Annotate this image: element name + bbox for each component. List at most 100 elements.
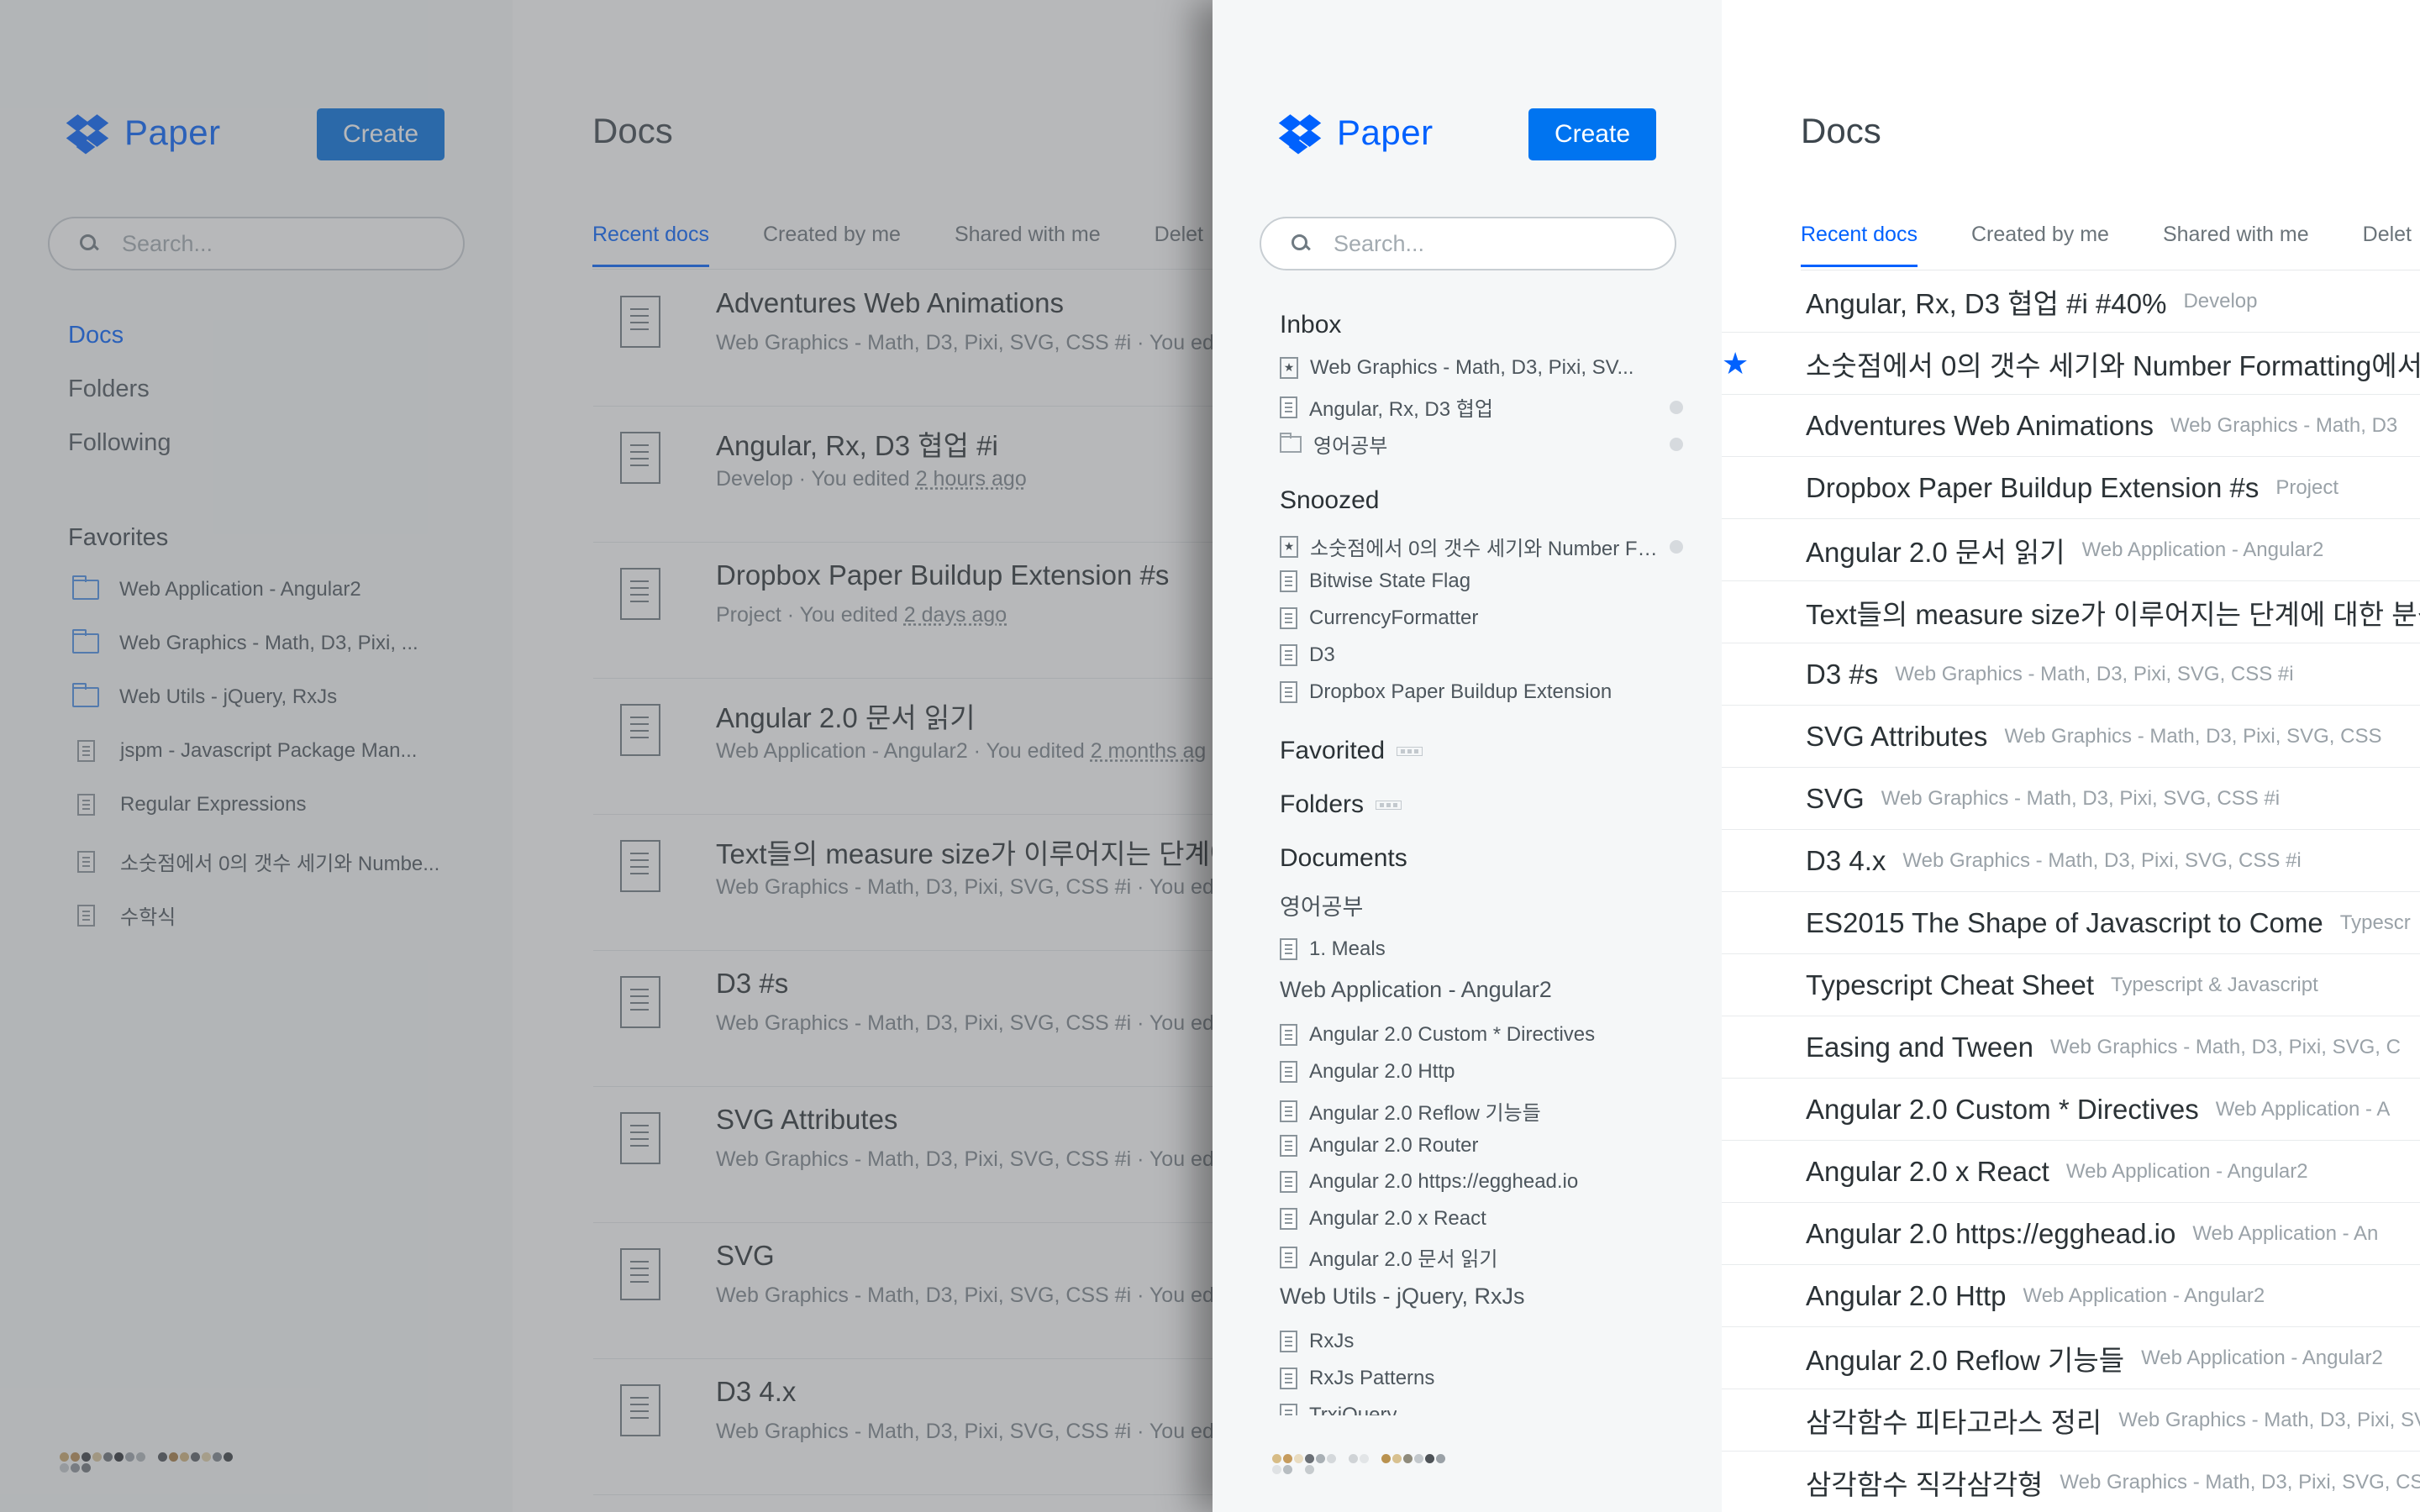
tab-deleted[interactable]: Delet	[1155, 223, 1203, 267]
fg-logo[interactable]: Paper	[1278, 113, 1434, 155]
recent-doc-row[interactable]: Angular 2.0 https://egghead.io Web Applic…	[1722, 1203, 2420, 1265]
tab-shared-with-me[interactable]: Shared with me	[955, 223, 1101, 267]
recent-doc-row[interactable]: Angular 2.0 문서 읽기 Web Application - Angul…	[1722, 519, 2420, 581]
doc-item[interactable]: RxJs	[1280, 1330, 1683, 1353]
favorite-item[interactable]: Web Graphics - Math, D3, Pixi, ...	[72, 629, 418, 655]
recent-doc-row[interactable]: D3 #s Web Graphics - Math, D3, Pixi, SVG,…	[1722, 643, 2420, 706]
recent-doc-row[interactable]: Angular 2.0 Custom * Directives Web Appli…	[1722, 1079, 2420, 1141]
folder-icon	[72, 683, 99, 707]
doc-row[interactable]: D3 4.x Web Graphics - Math, D3, Pixi, SVG…	[593, 1359, 1213, 1495]
tab-shared-with-me[interactable]: Shared with me	[2163, 223, 2309, 267]
favorite-item[interactable]: 수학식	[77, 900, 176, 930]
recent-doc-row[interactable]: SVG Attributes Web Graphics - Math, D3, P…	[1722, 706, 2420, 768]
recent-doc-row[interactable]: Adventures Web Animations Web Graphics - …	[1722, 395, 2420, 457]
snoozed-item[interactable]: Bitwise State Flag	[1280, 570, 1683, 593]
doc-title: D3 #s	[1806, 658, 1879, 690]
recent-doc-row[interactable]: ★ 소숫점에서 0의 갯수 세기와 Number Formatting에서 쉬	[1722, 333, 2420, 395]
tab-deleted[interactable]: Delet	[2363, 223, 2412, 267]
recent-doc-row[interactable]: Dropbox Paper Buildup Extension #s Projec…	[1722, 457, 2420, 519]
favorite-item[interactable]: Regular Expressions	[77, 793, 306, 816]
fg-search-input[interactable]	[1334, 230, 1586, 257]
star-icon[interactable]: ★	[1722, 346, 1749, 381]
recent-doc-row[interactable]: ES2015 The Shape of Javascript to Come Ty…	[1722, 892, 2420, 954]
bg-create-button[interactable]: Create	[317, 108, 445, 160]
tab-recent-docs[interactable]: Recent docs	[1801, 223, 1918, 267]
doc-row[interactable]: D3 #s Web Graphics - Math, D3, Pixi, SVG,…	[593, 951, 1213, 1087]
doc-row[interactable]: Text들의 measure size가 이루어지는 단계에 Web Graphi…	[593, 815, 1213, 951]
doc-title: Text들의 measure size가 이루어지는 단계에 대한 분석	[1806, 598, 2420, 630]
avatar[interactable]	[1271, 1453, 1456, 1475]
fg-create-button[interactable]: Create	[1528, 108, 1656, 160]
bg-main: Docs Recent docs Created by me Shared wi…	[513, 0, 1213, 1512]
tab-created-by-me[interactable]: Created by me	[763, 223, 901, 267]
doc-folder: Web Application - Angular2	[2023, 1284, 2265, 1307]
bg-logo[interactable]: Paper	[66, 113, 221, 155]
doc-row[interactable]: Dropbox Paper Buildup Extension #s Projec…	[593, 543, 1213, 679]
doc-row[interactable]: Angular, Rx, D3 협업 #i Develop · You edite…	[593, 407, 1213, 543]
doc-item[interactable]: Angular 2.0 Reflow 기능들	[1280, 1096, 1683, 1126]
snoozed-item[interactable]: CurrencyFormatter	[1280, 606, 1683, 630]
doc-group-title[interactable]: 영어공부	[1280, 889, 1363, 921]
recent-doc-row[interactable]: Angular, Rx, D3 협업 #i #40% Develop	[1722, 270, 2420, 333]
bg-search[interactable]	[48, 217, 465, 270]
snoozed-item[interactable]: Dropbox Paper Buildup Extension	[1280, 680, 1683, 704]
folders-title[interactable]: Folders	[1280, 790, 1402, 819]
doc-item[interactable]: Angular 2.0 Custom * Directives	[1280, 1023, 1683, 1047]
doc-item[interactable]: Angular 2.0 문서 읽기	[1280, 1242, 1683, 1272]
doc-row[interactable]: SVG Web Graphics - Math, D3, Pixi, SVG, C…	[593, 1223, 1213, 1359]
recent-doc-row[interactable]: Angular 2.0 x React Web Application - Ang…	[1722, 1141, 2420, 1203]
doc-icon	[1280, 1061, 1297, 1083]
dropbox-icon	[66, 114, 109, 155]
recent-doc-row[interactable]: Typescript Cheat Sheet Typescript & Javas…	[1722, 954, 2420, 1016]
inbox-item[interactable]: Angular, Rx, D3 협업	[1280, 392, 1683, 422]
nav-following[interactable]: Following	[68, 429, 171, 457]
doc-title: Adventures Web Animations	[716, 287, 1064, 318]
doc-item[interactable]: Angular 2.0 Router	[1280, 1134, 1683, 1158]
doc-item[interactable]: TrxjQuery	[1280, 1404, 1683, 1415]
tabs: Recent docs Created by me Shared with me…	[1801, 223, 2412, 267]
recent-doc-row[interactable]: D3 4.x Web Graphics - Math, D3, Pixi, SVG…	[1722, 830, 2420, 892]
fg-search[interactable]	[1260, 217, 1676, 270]
recent-doc-row[interactable]: 삼각함수 피타고라스 정리 Web Graphics - Math, D3, Pi…	[1722, 1389, 2420, 1452]
doc-meta: Web Graphics - Math, D3, Pixi, SVG, CSS …	[716, 1420, 1213, 1443]
favorite-item[interactable]: Web Utils - jQuery, RxJs	[72, 683, 337, 709]
doc-title: D3 #s	[716, 968, 789, 999]
recent-doc-row[interactable]: Easing and Tween Web Graphics - Math, D3,…	[1722, 1016, 2420, 1079]
avatar[interactable]	[59, 1452, 244, 1473]
tab-recent-docs[interactable]: Recent docs	[592, 223, 709, 267]
doc-icon	[1280, 1208, 1297, 1230]
favorited-title[interactable]: Favorited	[1280, 737, 1423, 765]
folder-icon	[1280, 432, 1302, 453]
recent-doc-row[interactable]: SVG Web Graphics - Math, D3, Pixi, SVG, C…	[1722, 768, 2420, 830]
doc-item[interactable]: 1. Meals	[1280, 937, 1683, 961]
doc-item[interactable]: Angular 2.0 Http	[1280, 1060, 1683, 1084]
doc-folder: Web Graphics - Math, D3, Pixi, SVG, CSS …	[1895, 662, 2294, 685]
doc-row[interactable]: Adventures Web Animations Web Graphics - …	[593, 270, 1213, 407]
inbox-item[interactable]: ★ Web Graphics - Math, D3, Pixi, SV...	[1280, 356, 1683, 380]
nav-docs[interactable]: Docs	[68, 322, 124, 349]
doc-item[interactable]: Angular 2.0 x React	[1280, 1207, 1683, 1231]
doc-row[interactable]: SVG Attributes Web Graphics - Math, D3, P…	[593, 1087, 1213, 1223]
snoozed-item[interactable]: D3	[1280, 643, 1683, 667]
doc-folder: Develop	[2183, 289, 2258, 312]
favorite-item[interactable]: 소숫점에서 0의 갯수 세기와 Numbe...	[77, 847, 439, 876]
unread-dot-icon	[1670, 400, 1683, 414]
nav-folders[interactable]: Folders	[68, 375, 150, 403]
recent-doc-row[interactable]: Angular 2.0 Http Web Application - Angula…	[1722, 1265, 2420, 1327]
tab-created-by-me[interactable]: Created by me	[1971, 223, 2109, 267]
doc-item[interactable]: RxJs Patterns	[1280, 1367, 1683, 1390]
inbox-item[interactable]: 영어공부	[1280, 429, 1683, 459]
doc-folder: Typescr	[2339, 911, 2411, 934]
doc-group-title[interactable]: Web Application - Angular2	[1280, 977, 1552, 1003]
recent-doc-row[interactable]: Angular 2.0 Reflow 기능들 Web Application - …	[1722, 1327, 2420, 1389]
doc-group-title[interactable]: Web Utils - jQuery, RxJs	[1280, 1284, 1525, 1310]
doc-row[interactable]: Angular 2.0 문서 읽기 Web Application - Angul…	[593, 679, 1213, 815]
recent-doc-row[interactable]: Text들의 measure size가 이루어지는 단계에 대한 분석	[1722, 581, 2420, 643]
doc-item[interactable]: Angular 2.0 https://egghead.io	[1280, 1170, 1683, 1194]
favorite-item[interactable]: jspm - Javascript Package Man...	[77, 739, 417, 763]
recent-doc-row[interactable]: 삼각함수 직각삼각형 Web Graphics - Math, D3, Pixi,…	[1722, 1452, 2420, 1512]
favorite-item[interactable]: Web Application - Angular2	[72, 575, 361, 601]
fg-sidebar: Paper Create Inbox ★Web Graphics - Math,…	[1213, 0, 1722, 1512]
snoozed-item[interactable]: ★ 소숫점에서 0의 갯수 세기와 Number Fo...	[1280, 532, 1683, 561]
bg-search-input[interactable]	[122, 230, 374, 257]
